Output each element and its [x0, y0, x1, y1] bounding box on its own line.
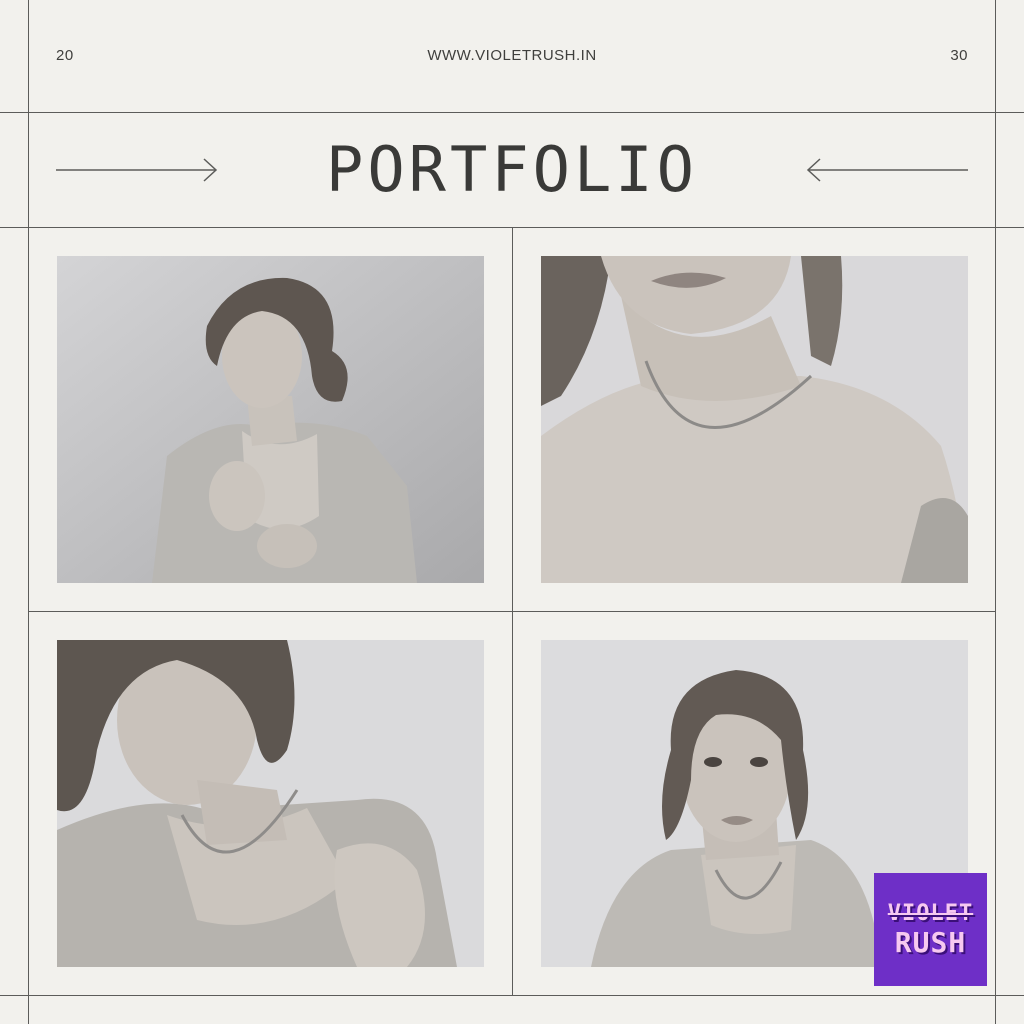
portfolio-photo-3[interactable]: [57, 640, 484, 967]
portrait-photo-icon: [57, 640, 484, 967]
portfolio-photo-2[interactable]: [541, 256, 968, 583]
portfolio-photo-1[interactable]: [57, 256, 484, 583]
grid-line-bottom: [0, 995, 1024, 996]
grid-line-middle: [28, 611, 996, 612]
portrait-photo-icon: [541, 256, 968, 583]
portrait-photo-icon: [57, 256, 484, 583]
grid-line-title-bottom: [0, 227, 1024, 228]
portfolio-page: 20 WWW.VIOLETRUSH.IN 30 PORTFOLIO VIOLET…: [0, 0, 1024, 1024]
grid-line-top: [0, 112, 1024, 113]
arrow-left-icon: [806, 158, 968, 182]
logo-text-violet: VIOLET: [887, 900, 974, 926]
page-number-right: 30: [950, 47, 968, 64]
logo-text-rush: RUSH: [894, 925, 967, 959]
website-url[interactable]: WWW.VIOLETRUSH.IN: [0, 47, 1024, 64]
brand-logo[interactable]: VIOLET RUSH: [874, 873, 987, 986]
